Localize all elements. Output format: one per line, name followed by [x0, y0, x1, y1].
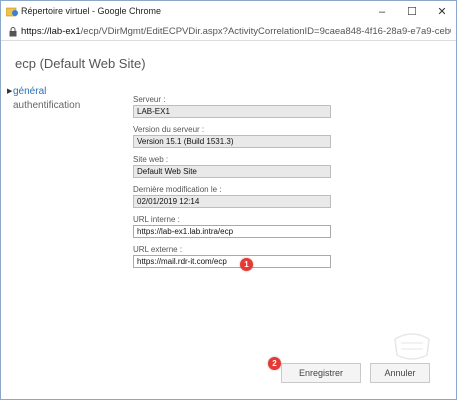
section-nav: ▶général authentification: [7, 85, 117, 113]
address-bar[interactable]: https://lab-ex1/ecp/VDirMgmt/EditECPVDir…: [1, 23, 456, 41]
maximize-button[interactable]: ☐: [398, 3, 426, 21]
close-button[interactable]: ✕: [428, 3, 456, 21]
nav-item-authentication[interactable]: authentification: [7, 99, 117, 113]
server-version-field: Version 15.1 (Build 1531.3): [133, 135, 331, 148]
lock-icon: [9, 27, 17, 37]
server-version-label: Version du serveur :: [133, 125, 205, 134]
website-label: Site web :: [133, 155, 169, 164]
nav-item-label: authentification: [13, 100, 81, 111]
external-url-label: URL externe :: [133, 245, 183, 254]
last-modified-label: Dernière modification le :: [133, 185, 222, 194]
watermark-logo-icon: [394, 333, 430, 360]
external-url-input[interactable]: https://mail.rdr-it.com/ecp: [133, 255, 331, 268]
internal-url-input[interactable]: https://lab-ex1.lab.intra/ecp: [133, 225, 331, 238]
title-bar: Répertoire virtuel - Google Chrome – ☐ ✕: [1, 1, 456, 23]
save-button[interactable]: Enregistrer: [281, 363, 361, 383]
server-label: Serveur :: [133, 95, 166, 104]
url-path: /ecp/VDirMgmt/EditECPVDir.aspx?ActivityC…: [80, 26, 451, 37]
properties-form: Serveur : LAB-EX1 Version du serveur : V…: [133, 94, 333, 274]
page-title: ecp (Default Web Site): [15, 56, 146, 71]
url-host: https://lab-ex1: [21, 26, 81, 37]
website-field: Default Web Site: [133, 165, 331, 178]
last-modified-field: 02/01/2019 12:14: [133, 195, 331, 208]
url-text[interactable]: https://lab-ex1/ecp/VDirMgmt/EditECPVDir…: [21, 26, 451, 37]
internal-url-label: URL interne :: [133, 215, 180, 224]
nav-item-general[interactable]: ▶général: [7, 85, 117, 99]
folder-globe-icon: [6, 7, 18, 17]
window-title: Répertoire virtuel - Google Chrome: [21, 6, 162, 16]
nav-item-label: général: [13, 86, 47, 97]
browser-window: Répertoire virtuel - Google Chrome – ☐ ✕…: [0, 0, 457, 400]
annotation-badge-1: 1: [240, 258, 253, 271]
annotation-badge-2: 2: [268, 357, 281, 370]
cancel-button[interactable]: Annuler: [370, 363, 430, 383]
minimize-button[interactable]: –: [368, 3, 396, 21]
server-field: LAB-EX1: [133, 105, 331, 118]
